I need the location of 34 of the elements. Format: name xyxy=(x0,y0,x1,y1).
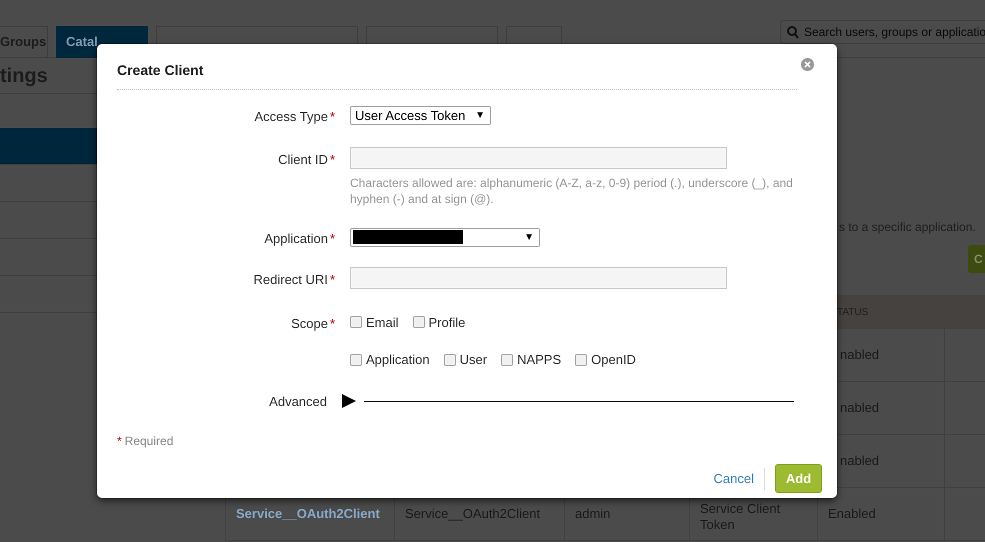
checkbox[interactable] xyxy=(444,354,456,366)
cancel-link[interactable]: Cancel xyxy=(714,468,754,488)
advanced-label: Advanced xyxy=(269,392,327,410)
checkbox[interactable] xyxy=(350,354,362,366)
text-field[interactable] xyxy=(350,267,727,289)
checkbox-label: NAPPS xyxy=(517,351,562,369)
text-field[interactable] xyxy=(350,146,727,168)
create-button[interactable]: C xyxy=(968,245,985,273)
field-label: Client ID* xyxy=(278,150,335,168)
checkbox-label: Application xyxy=(366,351,430,369)
checkbox[interactable] xyxy=(575,354,588,366)
checkbox-label: Profile xyxy=(428,314,466,332)
dialog-title: Create Client xyxy=(117,61,204,80)
checkbox[interactable] xyxy=(501,354,514,366)
close-icon xyxy=(804,61,811,68)
select-field[interactable]: User Access Token ▼ xyxy=(350,106,491,125)
field-label: Application* xyxy=(264,230,335,248)
select-field[interactable]: ▼ xyxy=(350,228,540,246)
checkbox-label: OpenID xyxy=(591,351,636,369)
field-label: Access Type* xyxy=(254,108,335,126)
checkbox[interactable] xyxy=(412,316,425,328)
field-label: Scope* xyxy=(291,314,335,333)
help-text: Characters allowed are: alphanumeric (A-Z, a-z, 0-9) period (.), underscore (_), and hyphen (-) and at sign (@). xyxy=(350,174,794,206)
checkbox-label: Email xyxy=(366,314,399,332)
search-icon xyxy=(787,26,799,38)
add-button[interactable]: Add xyxy=(775,464,822,493)
required-note: * Required xyxy=(117,433,174,450)
field-label: Redirect URI* xyxy=(254,271,335,289)
client-link[interactable]: Service__OAuth2Client xyxy=(236,504,380,524)
checkbox-label: User xyxy=(460,351,488,369)
close-button[interactable] xyxy=(801,58,814,71)
checkbox[interactable] xyxy=(350,316,362,328)
expand-toggle[interactable] xyxy=(342,393,356,410)
triangle-icon xyxy=(342,393,356,410)
